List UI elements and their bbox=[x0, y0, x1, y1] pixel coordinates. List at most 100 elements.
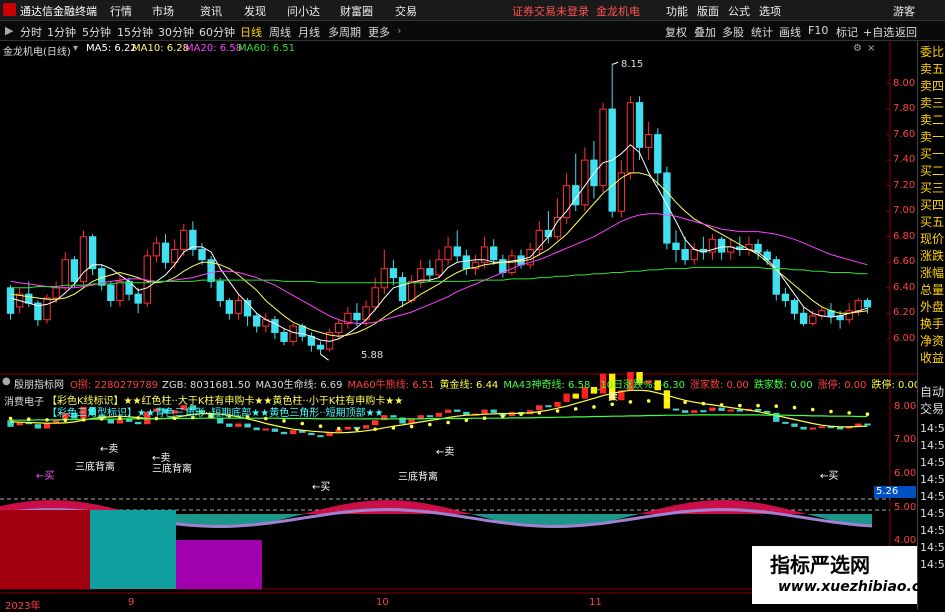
indicator-bar bbox=[235, 423, 242, 427]
candle-body bbox=[799, 312, 808, 325]
kline-chart[interactable] bbox=[0, 40, 917, 609]
period-60min[interactable]: 60分钟 bbox=[199, 24, 235, 40]
menu-item-gongneng[interactable]: 功能 bbox=[666, 3, 688, 19]
indicator-bar bbox=[718, 407, 725, 411]
indicator-bar bbox=[864, 423, 871, 426]
candle-body bbox=[444, 246, 452, 261]
indicator-bar bbox=[736, 409, 744, 412]
tool-add-favorite[interactable]: +自选 bbox=[863, 24, 894, 40]
tool-fuquan[interactable]: 复权 bbox=[665, 24, 687, 40]
menu-item-wenxiaoda[interactable]: 问小达 bbox=[287, 3, 320, 19]
y-tick-label: 7.00 bbox=[893, 205, 916, 217]
high-marker bbox=[612, 61, 619, 65]
indicator-bar bbox=[217, 418, 224, 424]
tool-return[interactable]: 返回 bbox=[895, 24, 917, 40]
period-more[interactable]: 更多 bbox=[368, 24, 390, 40]
menu-item-xuanxiang[interactable]: 选项 bbox=[759, 3, 781, 19]
indicator-bar bbox=[289, 430, 297, 435]
indicator-bar bbox=[855, 423, 862, 427]
period-5min[interactable]: 5分钟 bbox=[82, 24, 111, 40]
menu-item-gongshi[interactable]: 公式 bbox=[728, 3, 750, 19]
candle-body bbox=[417, 268, 425, 282]
period-15min[interactable]: 15分钟 bbox=[117, 24, 153, 40]
indicator-bar bbox=[754, 408, 762, 411]
candle-body bbox=[25, 293, 33, 304]
indicator-value: MA43神奇线: 6.58 bbox=[503, 380, 591, 391]
candle-body bbox=[717, 238, 726, 253]
candle-body bbox=[672, 242, 680, 250]
menu-item-caifuquan[interactable]: 财富圈 bbox=[340, 3, 373, 19]
menu-item-youke[interactable]: 游客 bbox=[893, 3, 915, 19]
expand-icon[interactable]: ▶ bbox=[5, 24, 13, 37]
indicator-values: ZGB: 8031681.50 MA30生命线: 6.69 MA60牛熊线: 6.5… bbox=[162, 376, 925, 391]
y-tick-label: 8.00 bbox=[893, 77, 916, 89]
period-multi[interactable]: 多周期 bbox=[328, 24, 361, 40]
indicator-value: 涨家数: 0.00 bbox=[689, 380, 749, 391]
candle-body bbox=[234, 300, 243, 314]
period-daily[interactable]: 日线 bbox=[240, 24, 262, 40]
candle-body bbox=[43, 297, 51, 321]
period-weekly[interactable]: 周线 bbox=[269, 24, 291, 40]
candle-body bbox=[271, 319, 279, 333]
period-fenshi[interactable]: 分时 bbox=[20, 24, 42, 40]
login-status[interactable]: 证券交易未登录 金龙机电 bbox=[512, 3, 640, 19]
tool-tongji[interactable]: 统计 bbox=[751, 24, 773, 40]
candle-body bbox=[289, 325, 297, 342]
indicator-dot bbox=[573, 407, 578, 411]
indicator-bar bbox=[253, 427, 260, 431]
candle-body bbox=[198, 248, 206, 261]
tool-biaoji[interactable]: 标记 bbox=[836, 24, 858, 40]
indicator-bar bbox=[426, 415, 434, 418]
quote-field-label: 卖三 bbox=[920, 96, 945, 110]
y-tick-label: 7.40 bbox=[893, 154, 916, 166]
period-1min[interactable]: 1分钟 bbox=[47, 24, 76, 40]
period-toolbar: ▶ 分时 1分钟 5分钟 15分钟 30分钟 60分钟 日线 周线 月线 多周期… bbox=[0, 21, 945, 41]
sector-label: 消费电子 bbox=[4, 397, 44, 408]
menu-item-zixun[interactable]: 资讯 bbox=[200, 3, 222, 19]
candle-body bbox=[152, 242, 161, 257]
x-label-10: 10 bbox=[376, 597, 389, 608]
x-label-year: 2023年 bbox=[5, 601, 41, 612]
candle-body bbox=[772, 259, 780, 295]
candle-body bbox=[335, 323, 343, 333]
indicator-value: 黄金线: 6.44 bbox=[439, 380, 499, 391]
y-tick-label: 6.40 bbox=[893, 281, 916, 293]
indicator-bar bbox=[681, 410, 689, 413]
trade-time: 14:56 bbox=[920, 558, 945, 571]
menu-item-hangqing[interactable]: 行情 bbox=[110, 3, 132, 19]
low-marker bbox=[320, 353, 329, 361]
indicator-dropdown-icon[interactable]: ● bbox=[2, 376, 11, 387]
indicator-dot bbox=[282, 419, 286, 423]
quote-field-label: 换手 bbox=[920, 317, 945, 331]
ind-y-8: 8.00 bbox=[894, 401, 917, 412]
indicator-dot bbox=[847, 411, 852, 415]
indicator-dot bbox=[774, 404, 779, 409]
trade-time: 14:56 bbox=[920, 456, 945, 469]
period-30min[interactable]: 30分钟 bbox=[158, 24, 194, 40]
menu-item-faxian[interactable]: 发现 bbox=[244, 3, 266, 19]
indicator-dot bbox=[738, 403, 742, 408]
auto-trade-label[interactable]: 交易 bbox=[920, 401, 944, 417]
menu-item-jiaoyi[interactable]: 交易 bbox=[395, 3, 417, 19]
tool-f10[interactable]: F10 bbox=[808, 24, 828, 37]
candle-body bbox=[216, 280, 224, 302]
indicator-dot bbox=[810, 407, 815, 412]
indicator-bar bbox=[371, 420, 379, 426]
tool-huaxian[interactable]: 画线 bbox=[779, 24, 801, 40]
candle-body bbox=[407, 280, 416, 302]
indicator-dot bbox=[555, 409, 560, 413]
candle-body bbox=[280, 331, 288, 342]
quote-field-label: 买四 bbox=[920, 198, 945, 212]
ma-line-ma5 bbox=[10, 144, 868, 342]
more-chevron-icon[interactable]: › bbox=[397, 24, 401, 37]
menu-item-shichang[interactable]: 市场 bbox=[152, 3, 174, 19]
indicator-dot bbox=[865, 412, 870, 417]
tool-duogu[interactable]: 多股 bbox=[722, 24, 744, 40]
y-tick-label: 6.20 bbox=[893, 307, 916, 319]
indicator-dot bbox=[300, 421, 305, 426]
tool-diejia[interactable]: 叠加 bbox=[694, 24, 716, 40]
period-monthly[interactable]: 月线 bbox=[298, 24, 320, 40]
indicator-prefix: O捌: 2280279789 bbox=[70, 380, 159, 391]
auto-trade-label[interactable]: 自动 bbox=[920, 384, 944, 400]
menu-item-banmian[interactable]: 版面 bbox=[697, 3, 719, 19]
